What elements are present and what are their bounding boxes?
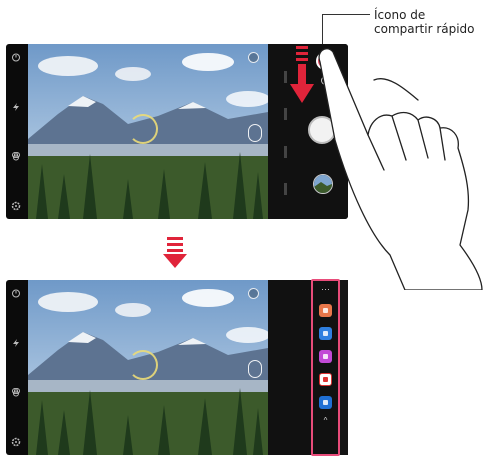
switch-camera-icon[interactable] <box>248 288 259 299</box>
app-glyph <box>323 400 328 405</box>
email-app-icon[interactable] <box>319 373 332 386</box>
focus-ring-icon <box>128 350 158 380</box>
quick-share-callout-label: Ícono de compartir rápido <box>374 8 482 36</box>
mode-tick <box>283 70 287 83</box>
messenger-app-icon[interactable] <box>319 327 332 340</box>
callout-line-2: compartir rápido <box>374 22 475 36</box>
share-app-list <box>319 294 332 409</box>
chat-app-icon[interactable] <box>319 396 332 409</box>
mode-tick <box>283 145 287 158</box>
focus-ring-icon <box>128 114 158 144</box>
camera-left-toolbar <box>6 44 26 219</box>
voice-shutter-icon[interactable] <box>248 124 262 142</box>
more-options-icon[interactable]: ··· <box>321 284 330 294</box>
app-glyph <box>323 308 328 313</box>
app-glyph <box>323 377 328 382</box>
camera-screen-after <box>6 280 348 455</box>
mode-tick <box>283 183 287 196</box>
camera-viewfinder[interactable] <box>28 280 268 455</box>
callout-line-1: Ícono de <box>374 8 426 22</box>
screen-edge <box>340 280 348 455</box>
callout-leader-horizontal <box>322 14 370 15</box>
settings-icon[interactable] <box>11 437 21 447</box>
mode-strip <box>281 58 289 208</box>
settings-icon[interactable] <box>11 201 21 211</box>
flash-icon[interactable] <box>11 338 21 348</box>
camera-viewfinder[interactable] <box>28 44 268 219</box>
voice-shutter-icon[interactable] <box>248 360 262 378</box>
mode-tick <box>283 108 287 121</box>
pen-app-icon[interactable] <box>319 350 332 363</box>
quick-share-tray[interactable]: ··· ^ <box>311 279 340 456</box>
gallery-app-icon[interactable] <box>319 304 332 317</box>
app-glyph <box>323 354 328 359</box>
collapse-tray-icon[interactable]: ^ <box>324 417 328 425</box>
filter-icon[interactable] <box>11 151 21 161</box>
timer-icon[interactable] <box>11 52 21 62</box>
down-arrow-icon <box>163 237 187 268</box>
switch-camera-icon[interactable] <box>248 52 259 63</box>
app-glyph <box>323 331 328 336</box>
camera-left-toolbar <box>6 280 26 455</box>
timer-icon[interactable] <box>11 288 21 298</box>
flash-icon[interactable] <box>11 102 21 112</box>
filter-icon[interactable] <box>11 387 21 397</box>
hand-gesture-illustration <box>318 48 483 290</box>
